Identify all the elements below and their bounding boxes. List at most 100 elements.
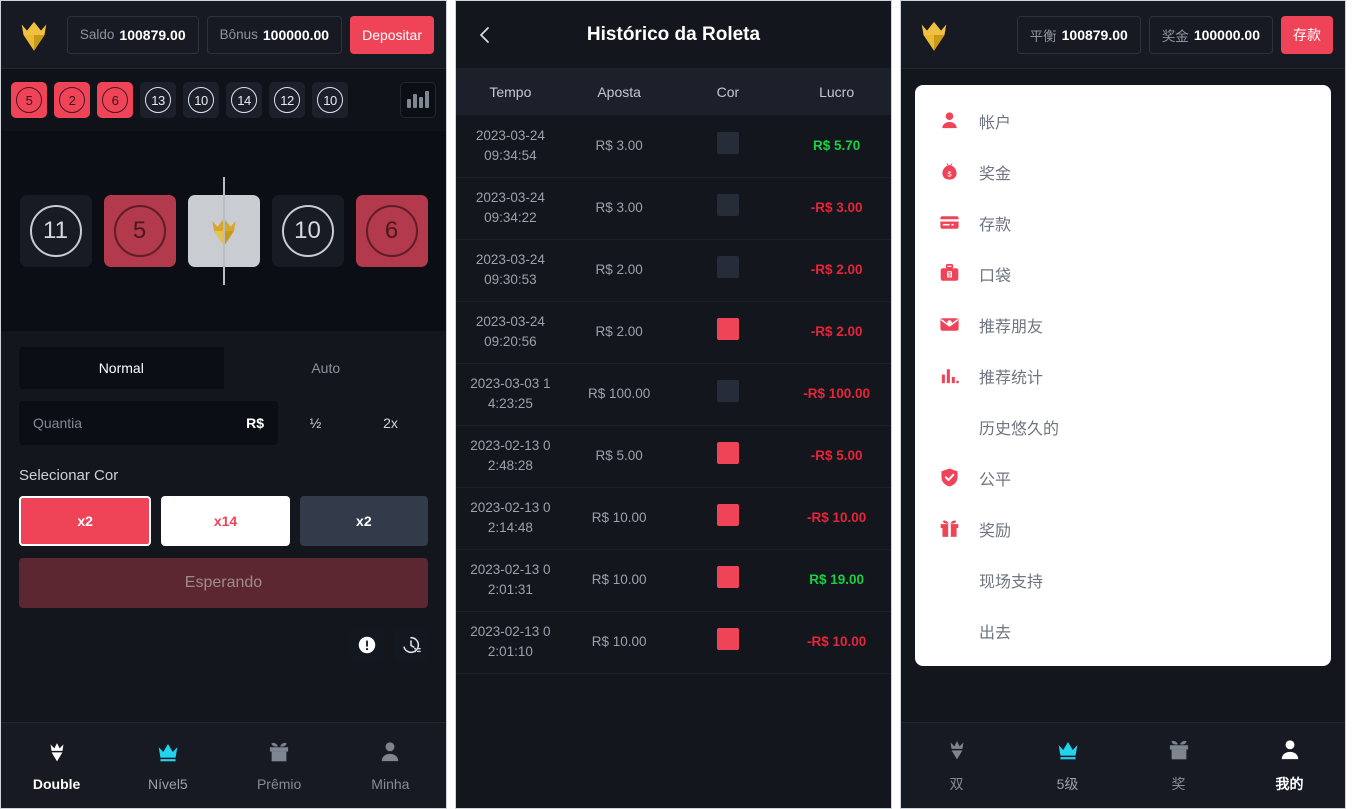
nav-item-person[interactable]: 我的 (1234, 737, 1345, 794)
svg-text:$: $ (947, 271, 951, 278)
nav-item-crown[interactable]: 5级 (1012, 737, 1123, 794)
nav-item-crown[interactable]: Nível5 (112, 739, 223, 792)
amount-half-button[interactable]: ½ (278, 401, 353, 445)
cell-bet: R$ 10.00 (564, 611, 674, 674)
column-header: Cor (673, 69, 783, 115)
cell-bet: R$ 2.00 (564, 301, 674, 364)
color-option-black[interactable]: x2 (299, 496, 428, 546)
menu-item-envelope[interactable]: 推荐朋友 (915, 299, 1331, 350)
history-table-head: Tempo Aposta Cor Lucro (456, 69, 891, 115)
menu-item-label: 出去 (979, 624, 1012, 642)
table-row[interactable]: 2023-03-24 09:20:56 R$ 2.00 -R$ 2.00 (456, 301, 891, 364)
menu-item-credit-card[interactable]: 存款 (915, 197, 1331, 248)
column-header: Aposta (564, 69, 674, 115)
tab-normal[interactable]: Normal (19, 347, 224, 389)
bonus-label: Bônus (219, 27, 258, 42)
amount-input[interactable]: Quantia R$ (19, 401, 278, 445)
balance-pill[interactable]: 平衡 100879.00 (1016, 15, 1141, 54)
cell-time: 2023-03-03 1 4:23:25 (456, 363, 565, 426)
money-bag-icon: $ (941, 163, 957, 180)
deposit-button[interactable]: Depositar (350, 15, 434, 54)
nav-item-person[interactable]: Minha (335, 739, 446, 792)
crown-diamond-logo-icon (13, 14, 55, 56)
result-chip[interactable]: 13 (140, 82, 176, 118)
svg-text:$: $ (947, 169, 952, 178)
profit-value: R$ 5.70 (812, 137, 861, 153)
cell-time: 2023-02-13 0 2:48:28 (456, 425, 565, 488)
nav-item-gift[interactable]: 奖 (1123, 737, 1234, 794)
menu-item-gift[interactable]: 奖励 (915, 503, 1331, 554)
result-chip-value: 6 (102, 87, 128, 113)
cell-color (673, 425, 783, 488)
nav-item-label: 5级 (1056, 776, 1079, 792)
nav-item-label: 我的 (1275, 776, 1304, 792)
result-chip[interactable]: 2 (54, 82, 90, 118)
no-icon (937, 568, 961, 592)
nav-item-gift[interactable]: Prêmio (224, 739, 335, 792)
game-screen: Saldo 100879.00 Bônus 100000.00 Deposita… (0, 0, 447, 809)
tab-auto[interactable]: Auto (224, 347, 429, 389)
credit-card-icon (937, 211, 961, 235)
menu-item-plain[interactable]: 历史悠久的 (915, 401, 1331, 452)
result-chip[interactable]: 5 (11, 82, 47, 118)
menu-item-plain[interactable]: 出去 (915, 605, 1331, 656)
person-icon (1281, 740, 1298, 760)
bonus-pill[interactable]: 奖金 100000.00 (1148, 15, 1273, 54)
wheel-tile: 10 (271, 195, 344, 267)
result-chip[interactable]: 6 (97, 82, 133, 118)
cell-bet: R$ 10.00 (564, 549, 674, 612)
table-row[interactable]: 2023-03-24 09:34:22 R$ 3.00 -R$ 3.00 (456, 177, 891, 240)
table-row[interactable]: 2023-03-24 09:34:54 R$ 3.00 R$ 5.70 (456, 115, 891, 178)
back-button[interactable] (470, 20, 500, 50)
gift-icon (270, 742, 289, 762)
color-swatch (716, 504, 739, 527)
no-icon (937, 619, 961, 643)
result-chip[interactable]: 12 (269, 82, 305, 118)
bar-chart-icon[interactable] (400, 82, 436, 118)
crown-icon (158, 743, 178, 762)
table-row[interactable]: 2023-02-13 0 2:14:48 R$ 10.00 -R$ 10.00 (456, 487, 891, 550)
menu-item-plain[interactable]: 现场支持 (915, 554, 1331, 605)
history-header-row: Tempo Aposta Cor Lucro (456, 69, 891, 115)
menu-item-person[interactable]: 帐户 (915, 95, 1331, 146)
result-chip-value: 5 (16, 87, 42, 113)
result-chip[interactable]: 10 (312, 82, 348, 118)
balance-pill[interactable]: Saldo 100879.00 (66, 15, 199, 54)
balance-value: 100879.00 (119, 26, 186, 43)
history-clock-icon-button[interactable] (394, 628, 428, 662)
screens-container: Saldo 100879.00 Bônus 100000.00 Deposita… (0, 0, 1354, 809)
table-row[interactable]: 2023-03-03 1 4:23:25 R$ 100.00 -R$ 100.00 (456, 363, 891, 426)
crown-diamond-icon (944, 737, 970, 768)
column-header: Tempo (456, 69, 565, 115)
result-chip[interactable]: 10 (183, 82, 219, 118)
amount-double-button[interactable]: 2x (353, 401, 428, 445)
profit-value: -R$ 10.00 (806, 510, 867, 526)
wheel-tile: 6 (355, 195, 428, 267)
menu-item-label: 口袋 (979, 267, 1012, 285)
profit-value: -R$ 5.00 (810, 448, 863, 464)
table-row[interactable]: 2023-02-13 0 2:01:10 R$ 10.00 -R$ 10.00 (456, 611, 891, 674)
table-row[interactable]: 2023-03-24 09:30:53 R$ 2.00 -R$ 2.00 (456, 239, 891, 302)
crown-icon (1055, 737, 1081, 768)
recent-results-strip: 5 2 6 13 10 14 12 10 (1, 69, 446, 131)
chart-bar (425, 91, 429, 108)
left-bottom-nav: Double Nível5 Prêmio Minha (1, 722, 446, 808)
nav-item-crown-diamond[interactable]: 双 (901, 737, 1012, 794)
color-option-white[interactable]: x14 (161, 496, 290, 546)
bonus-pill[interactable]: Bônus 100000.00 (206, 15, 343, 54)
history-table: Tempo Aposta Cor Lucro 2023-03-24 09:34:54 R… (456, 69, 891, 674)
menu-item-bar-chart[interactable]: 推荐统计 (915, 350, 1331, 401)
menu-item-money-bag[interactable]: $ 奖金 (915, 146, 1331, 197)
bet-action-button[interactable]: Esperando (19, 558, 428, 608)
color-option-red[interactable]: x2 (19, 496, 152, 546)
deposit-button[interactable]: 存款 (1281, 15, 1333, 54)
table-row[interactable]: 2023-02-13 0 2:01:31 R$ 10.00 R$ 19.00 (456, 549, 891, 612)
table-row[interactable]: 2023-02-13 0 2:48:28 R$ 5.00 -R$ 5.00 (456, 425, 891, 488)
result-chip[interactable]: 14 (226, 82, 262, 118)
profit-value: -R$ 10.00 (806, 634, 867, 650)
info-circle-icon-button[interactable] (350, 628, 384, 662)
nav-item-crown-diamond[interactable]: Double (1, 739, 112, 792)
briefcase-icon: $ (937, 262, 961, 286)
menu-item-shield-check[interactable]: 公平 (915, 452, 1331, 503)
menu-item-briefcase[interactable]: $ 口袋 (915, 248, 1331, 299)
